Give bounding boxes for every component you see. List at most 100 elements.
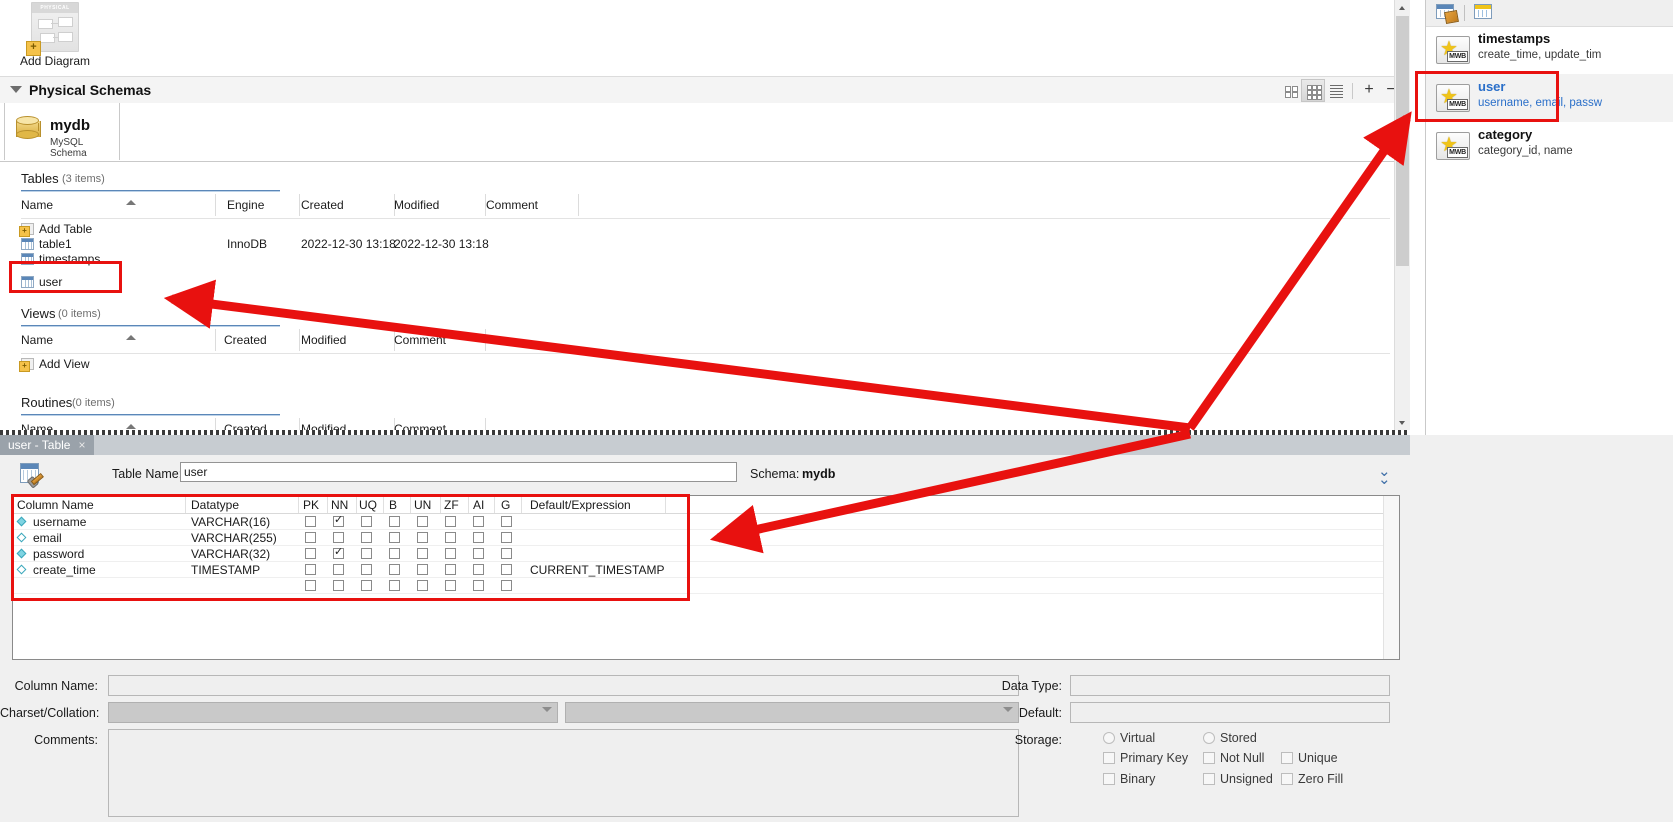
add-table-label[interactable]: Add Table [39, 222, 92, 236]
checkbox-pk[interactable] [305, 580, 316, 591]
checkbox-primary-key[interactable] [1103, 752, 1115, 764]
close-icon[interactable]: × [78, 435, 85, 455]
column-default-cell[interactable]: CURRENT_TIMESTAMP [530, 563, 664, 577]
charset-select[interactable] [108, 702, 558, 723]
view-large-icons-button[interactable] [1279, 80, 1301, 101]
collapse-caret-icon[interactable] [10, 86, 22, 93]
sort-ascending-icon[interactable] [126, 200, 136, 205]
checkbox-zf[interactable] [445, 548, 456, 559]
column-name-property-input[interactable] [108, 675, 1019, 696]
checkbox-zf[interactable] [445, 564, 456, 575]
column-name-cell[interactable]: password [33, 547, 84, 561]
checkbox-uq[interactable] [361, 516, 372, 527]
checkbox-unsigned[interactable] [1203, 773, 1215, 785]
checkbox-zf[interactable] [445, 532, 456, 543]
grid-col-b[interactable]: B [389, 498, 397, 512]
checkbox-b[interactable] [389, 564, 400, 575]
checkbox-zf[interactable] [445, 516, 456, 527]
checkbox-nn[interactable] [333, 546, 344, 559]
grid-col-un[interactable]: UN [414, 498, 431, 512]
checkbox-b[interactable] [389, 516, 400, 527]
editor-tab-user-table[interactable]: user - Table × [0, 435, 94, 455]
checkbox-uq[interactable] [361, 532, 372, 543]
checkbox-nn[interactable] [333, 514, 344, 527]
column-name-cell[interactable]: create_time [33, 563, 96, 577]
model-object-user[interactable]: ★ MWB user username, email, passw [1426, 74, 1673, 122]
column-row[interactable]: email VARCHAR(255) [13, 530, 1399, 546]
add-view-label[interactable]: Add View [39, 357, 89, 371]
sort-ascending-icon[interactable] [126, 335, 136, 340]
checkbox-ai[interactable] [473, 564, 484, 575]
col-header-name[interactable]: Name [21, 198, 53, 212]
col-header-modified[interactable]: Modified [301, 422, 346, 430]
scrollbar-thumb[interactable] [1396, 16, 1409, 266]
view-small-icons-button[interactable] [1301, 79, 1325, 102]
checkbox-uq[interactable] [361, 580, 372, 591]
column-name-cell[interactable]: email [33, 531, 62, 545]
checkbox-binary[interactable] [1103, 773, 1115, 785]
checkbox-ai[interactable] [473, 516, 484, 527]
grid-col-zf[interactable]: ZF [444, 498, 459, 512]
column-row[interactable]: password VARCHAR(32) [13, 546, 1399, 562]
column-datatype-cell[interactable]: VARCHAR(16) [191, 515, 270, 529]
col-header-comment[interactable]: Comment [394, 422, 446, 430]
model-object-category[interactable]: ★ MWB category category_id, name [1426, 122, 1673, 170]
checkbox-g[interactable] [501, 532, 512, 543]
scroll-up-arrow-icon[interactable] [1395, 0, 1410, 15]
checkbox-unique[interactable] [1281, 752, 1293, 764]
col-header-created[interactable]: Created [301, 198, 344, 212]
grid-col-pk[interactable]: PK [303, 498, 319, 512]
scroll-down-arrow-icon[interactable] [1395, 415, 1410, 430]
checkbox-zf[interactable] [445, 580, 456, 591]
model-object-timestamps[interactable]: ★ MWB timestamps create_time, update_tim [1426, 26, 1673, 74]
checkbox-ai[interactable] [473, 548, 484, 559]
checkbox-g[interactable] [501, 564, 512, 575]
checkbox-un[interactable] [417, 532, 428, 543]
checkbox-nn[interactable] [333, 580, 344, 591]
checkbox-nn[interactable] [333, 532, 344, 543]
checkbox-b[interactable] [389, 548, 400, 559]
column-row[interactable]: username VARCHAR(16) [13, 514, 1399, 530]
table-row-user[interactable]: user [21, 275, 1390, 290]
view-list-button[interactable] [1325, 80, 1347, 101]
checkbox-b[interactable] [389, 580, 400, 591]
edit-table-icon[interactable] [1436, 4, 1459, 25]
comments-textarea[interactable] [108, 729, 1019, 817]
checkbox-not-null[interactable] [1203, 752, 1215, 764]
columns-grid-scrollbar[interactable] [1383, 496, 1399, 659]
columns-grid[interactable]: Column Name Datatype PK NN UQ B UN ZF AI… [12, 495, 1400, 660]
radio-virtual[interactable] [1103, 732, 1115, 744]
grid-col-ai[interactable]: AI [473, 498, 484, 512]
table-name-cell[interactable]: timestamps [39, 252, 100, 266]
checkbox-g[interactable] [501, 516, 512, 527]
table-name-cell[interactable]: user [39, 275, 62, 289]
sort-ascending-icon[interactable] [126, 424, 136, 429]
checkbox-zero-fill[interactable] [1281, 773, 1293, 785]
table-row[interactable]: table1 InnoDB 2022-12-30 13:18 2022-12-3… [21, 237, 1390, 252]
table-row[interactable]: timestamps [21, 252, 1390, 267]
col-header-created[interactable]: Created [224, 333, 267, 347]
checkbox-un[interactable] [417, 548, 428, 559]
checkbox-pk[interactable] [305, 516, 316, 527]
column-datatype-cell[interactable]: VARCHAR(255) [191, 531, 277, 545]
add-schema-button[interactable]: + [1358, 80, 1380, 101]
grid-col-column-name[interactable]: Column Name [17, 498, 94, 512]
column-name-cell[interactable]: username [33, 515, 86, 529]
new-table-icon[interactable] [1474, 4, 1494, 22]
column-datatype-cell[interactable]: TIMESTAMP [191, 563, 260, 577]
checkbox-g[interactable] [501, 548, 512, 559]
column-row[interactable]: create_time TIMESTAMP CURRENT_TIMESTAMP [13, 562, 1399, 578]
grid-col-default-expression[interactable]: Default/Expression [530, 498, 631, 512]
checkbox-un[interactable] [417, 516, 428, 527]
main-vertical-scrollbar[interactable] [1394, 0, 1410, 430]
checkbox-un[interactable] [417, 564, 428, 575]
col-header-comment[interactable]: Comment [486, 198, 538, 212]
checkbox-g[interactable] [501, 580, 512, 591]
checkbox-b[interactable] [389, 532, 400, 543]
table-name-input[interactable] [180, 462, 737, 482]
default-input[interactable] [1070, 702, 1390, 723]
col-header-comment[interactable]: Comment [394, 333, 446, 347]
data-type-input[interactable] [1070, 675, 1390, 696]
grid-col-g[interactable]: G [501, 498, 510, 512]
checkbox-pk[interactable] [305, 564, 316, 575]
